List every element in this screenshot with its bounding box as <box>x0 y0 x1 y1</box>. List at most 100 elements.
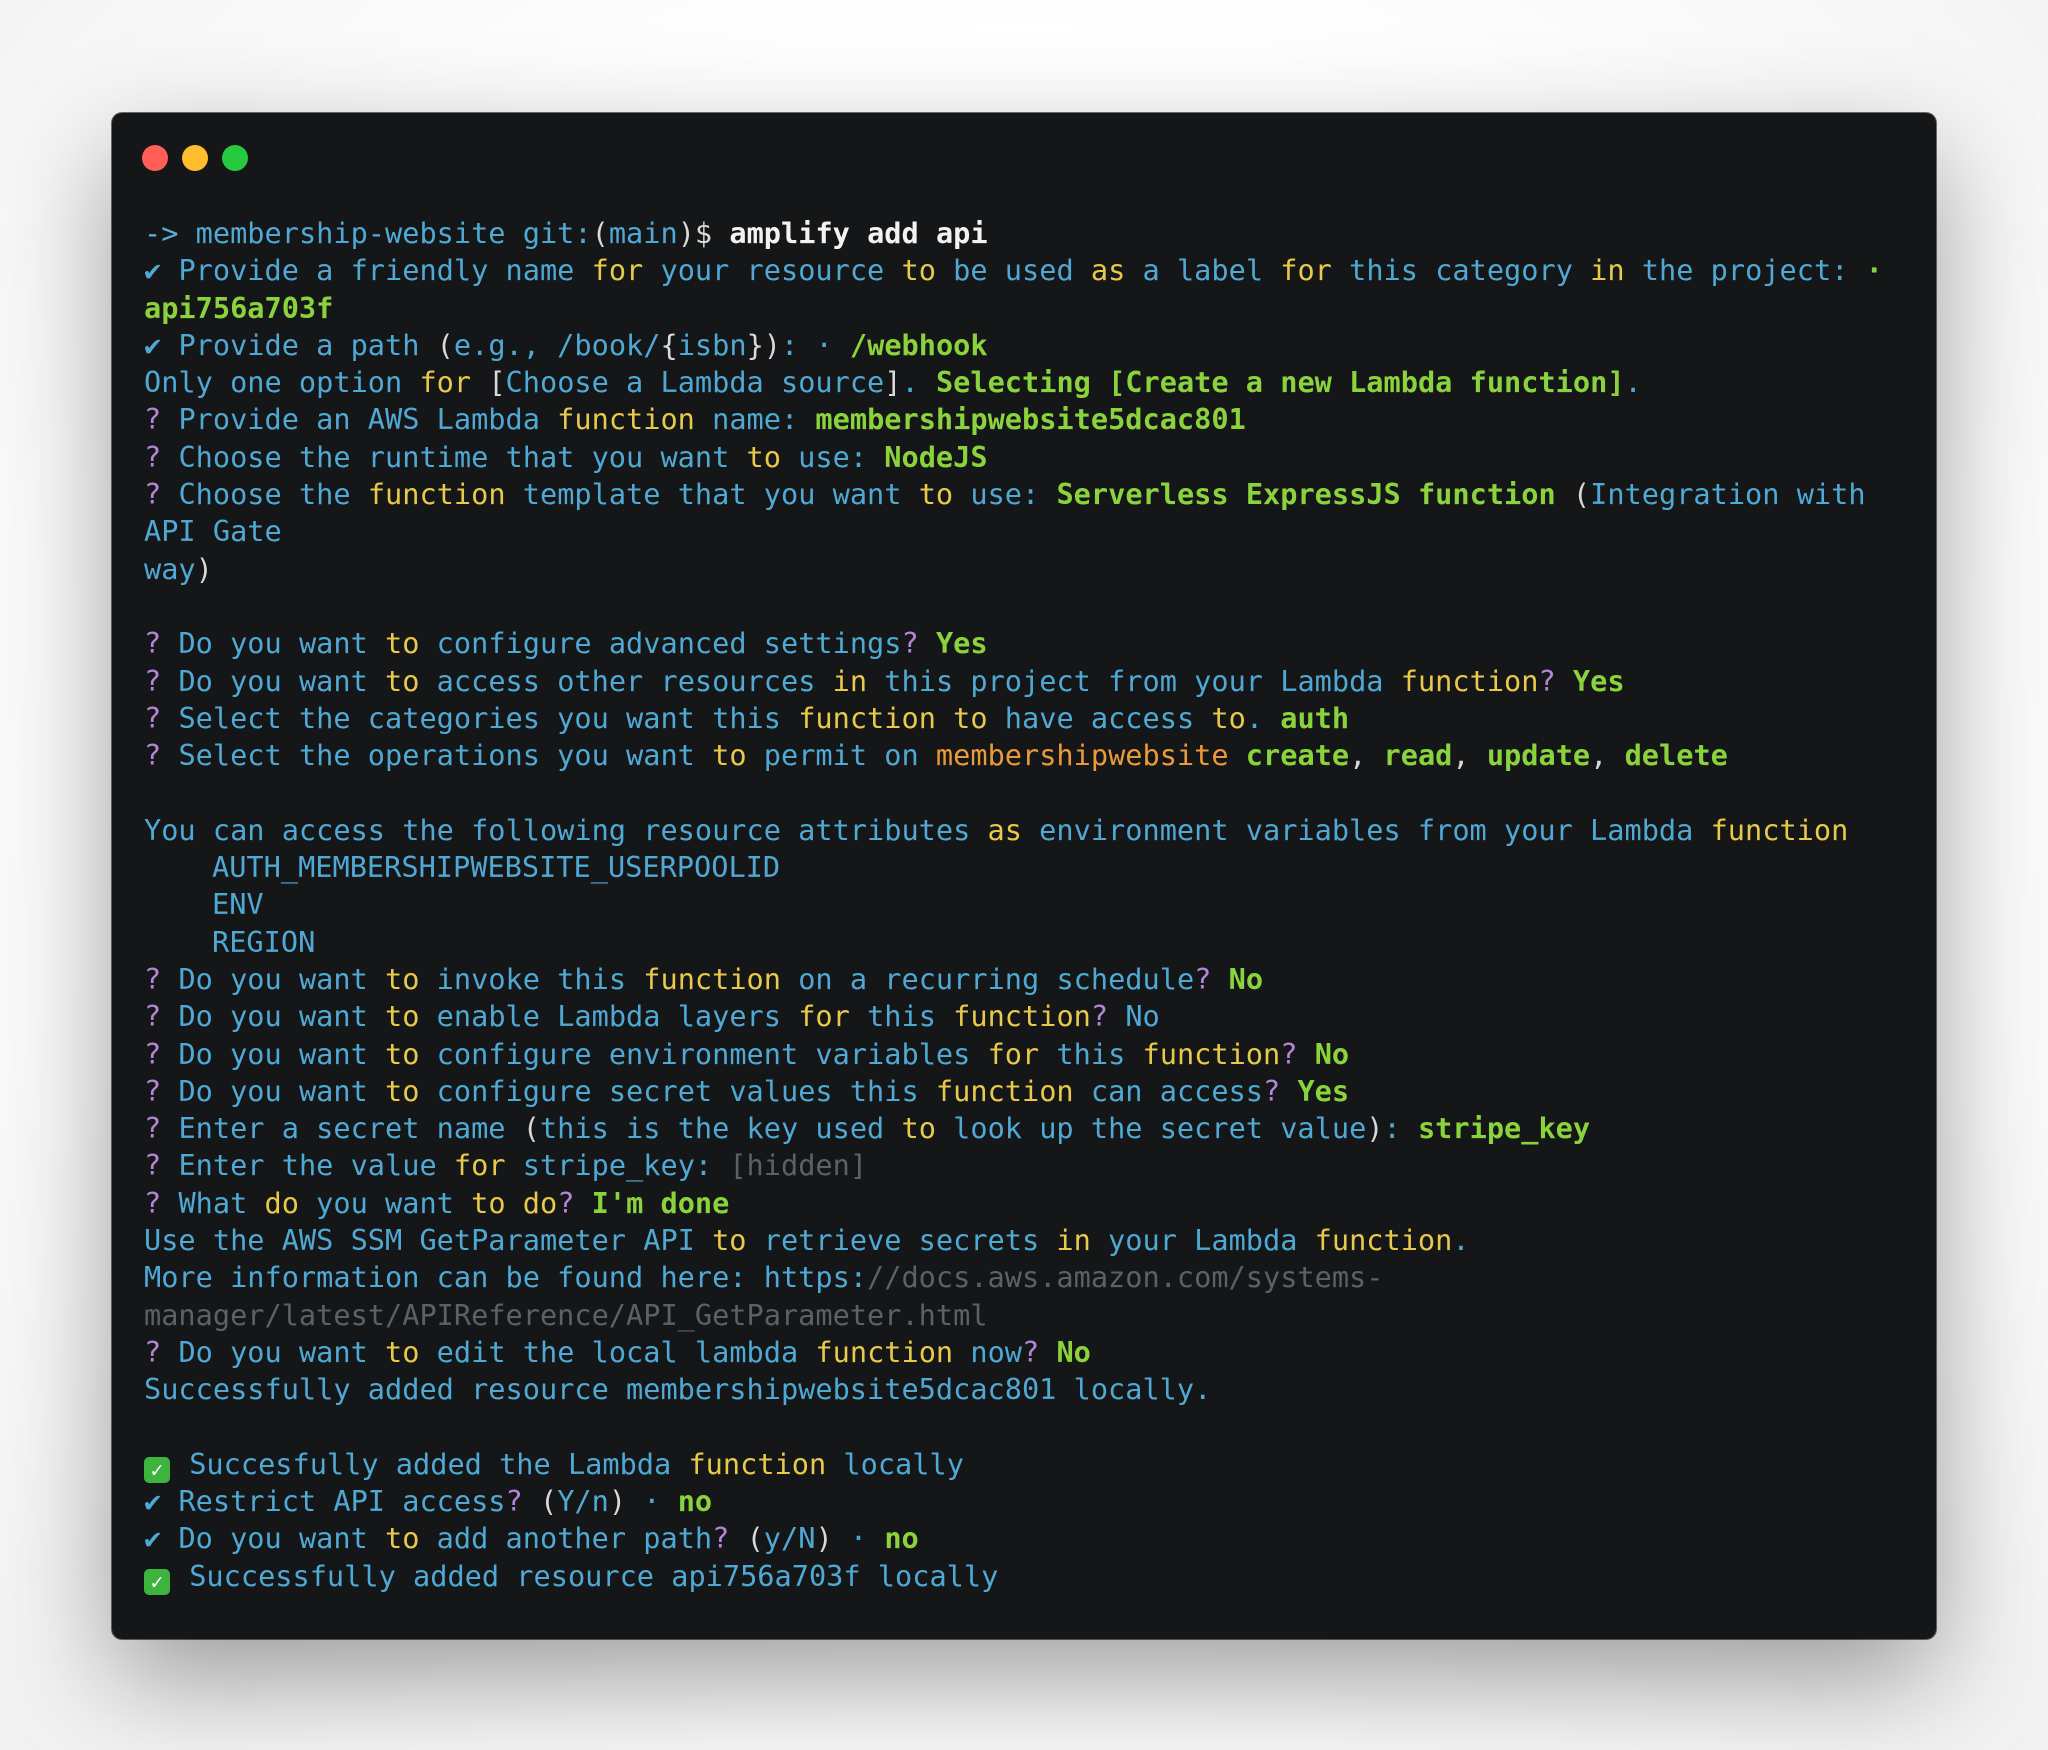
terminal-text: now <box>953 1334 1023 1369</box>
terminal-text: Choose the runtime that you want <box>178 439 747 474</box>
terminal-line: ✔ Restrict API access? (Y/n) · no <box>144 1483 1896 1520</box>
terminal-text: ? <box>144 663 179 698</box>
terminal-text: your Lambda <box>1090 1223 1315 1258</box>
terminal-text: in <box>832 663 868 698</box>
terminal-text: , <box>1590 738 1625 773</box>
minimize-window-dot[interactable] <box>182 145 208 171</box>
terminal-text: function <box>935 1073 1074 1108</box>
terminal-line: ✓ Succesfully added the Lambda function … <box>144 1446 1896 1483</box>
terminal-line: ? Do you want to configure advanced sett… <box>144 625 1896 662</box>
terminal-text: have access <box>987 700 1212 735</box>
maximize-window-dot[interactable] <box>222 145 248 171</box>
close-window-dot[interactable] <box>142 145 168 171</box>
terminal-text: to <box>385 961 420 996</box>
terminal-line: ✓ Successfully added resource api756a703… <box>144 1558 1896 1595</box>
terminal-line: ? Choose the runtime that you want to us… <box>144 439 1896 476</box>
terminal-text: to <box>385 626 420 661</box>
terminal-text: a label <box>1125 253 1281 288</box>
terminal-text: ) <box>195 551 213 586</box>
terminal-text: on a recurring schedule <box>781 961 1195 996</box>
terminal-text: use: <box>780 439 885 474</box>
terminal-text: Do you want <box>178 663 386 698</box>
terminal-text: y/N <box>763 1521 816 1556</box>
terminal-text: ( <box>746 1521 764 1556</box>
terminal-text: to <box>712 1223 747 1258</box>
terminal-line: ✔ Do you want to add another path? (y/N)… <box>144 1520 1896 1557</box>
terminal-text: enable Lambda layers <box>419 999 799 1034</box>
terminal-text: Restrict API access <box>178 1484 506 1519</box>
terminal-text: for <box>987 1036 1040 1071</box>
terminal-text: ) <box>815 1521 833 1556</box>
terminal-text: No <box>1056 1334 1091 1369</box>
terminal-text: membershipwebsite5dcac801 <box>815 402 1246 437</box>
terminal-text: create <box>1245 738 1350 773</box>
terminal-line: AUTH_MEMBERSHIPWEBSITE_USERPOOLID <box>144 849 1896 886</box>
terminal-line: ? Choose the function template that you … <box>144 476 1896 513</box>
terminal-text: membership-website <box>195 216 523 250</box>
terminal-text: to <box>746 439 781 474</box>
terminal-text: edit the local lambda <box>419 1334 816 1369</box>
terminal-text: { <box>660 327 678 362</box>
terminal-text: · <box>832 1521 885 1556</box>
terminal-text: stripe_key <box>1417 1111 1591 1146</box>
terminal-text: ? <box>1194 961 1229 996</box>
terminal-line: ✔ Provide a friendly name for your resou… <box>144 252 1896 289</box>
terminal-text: to <box>953 700 988 735</box>
terminal-text: name: <box>694 402 816 437</box>
terminal-text: Integration with <box>1590 477 1866 512</box>
terminal-text: function <box>1314 1223 1453 1258</box>
terminal-text: Do you want <box>178 999 386 1034</box>
terminal-text: ? <box>712 1521 747 1556</box>
terminal-text: to <box>385 1521 420 1556</box>
terminal-text: Only one option <box>144 365 420 400</box>
terminal-text: Choose a Lambda source <box>505 365 885 400</box>
terminal-text: to <box>385 1073 420 1108</box>
terminal-text: update <box>1486 738 1591 773</box>
terminal-text: //docs.aws.amazon.com/systems- <box>867 1260 1384 1295</box>
terminal-text: Succesfully added the Lambda <box>172 1446 689 1481</box>
terminal-text: isbn <box>677 327 747 362</box>
terminal-text: ENV <box>212 887 264 922</box>
terminal-text: Successfully added resource api756a703f … <box>172 1558 999 1593</box>
terminal-output[interactable]: -> membership-website git:(main)$ amplif… <box>144 215 1896 1595</box>
terminal-text: ) <box>1366 1111 1384 1146</box>
terminal-text: ( <box>436 327 454 362</box>
terminal-text: to <box>712 738 747 773</box>
terminal-text: this <box>1039 1036 1143 1071</box>
terminal-text: in <box>1056 1223 1091 1258</box>
terminal-text: [ <box>488 365 506 400</box>
terminal-text: AUTH_MEMBERSHIPWEBSITE_USERPOOLID <box>212 850 781 885</box>
terminal-text: e.g., /book/ <box>453 327 661 362</box>
terminal-line: ? Do you want to access other resources … <box>144 663 1896 700</box>
terminal-line: ? Enter a secret name (this is the key u… <box>144 1110 1896 1147</box>
terminal-text: function <box>1400 663 1539 698</box>
terminal-text: ? <box>557 1185 592 1220</box>
terminal-text: ? <box>144 1036 179 1071</box>
terminal-window[interactable]: -> membership-website git:(main)$ amplif… <box>112 113 1936 1639</box>
terminal-text: API Gate <box>144 514 282 549</box>
terminal-text: : <box>1383 1111 1418 1146</box>
terminal-text: ? <box>144 1073 179 1108</box>
terminal-text: )$ <box>677 216 730 250</box>
terminal-text: to <box>385 999 420 1034</box>
terminal-text: the project: <box>1624 253 1866 288</box>
terminal-text: for <box>1280 253 1332 288</box>
terminal-text: stripe_key: <box>505 1148 730 1183</box>
terminal-text: look up the secret value <box>935 1111 1367 1146</box>
terminal-line: ? Select the categories you want this fu… <box>144 700 1896 737</box>
terminal-text: } <box>746 327 764 362</box>
terminal-text: function <box>688 1446 827 1481</box>
terminal-text: ? <box>144 402 179 437</box>
terminal-line: ? Do you want to configure environment v… <box>144 1036 1896 1073</box>
terminal-text: ? <box>144 1185 179 1220</box>
terminal-line: ? Do you want to edit the local lambda f… <box>144 1334 1896 1371</box>
terminal-line: ? Do you want to enable Lambda layers fo… <box>144 998 1896 1035</box>
terminal-text: function <box>367 477 506 512</box>
green-checkbox-icon: ✓ <box>144 1568 170 1595</box>
terminal-text: this is the key used <box>539 1111 902 1146</box>
terminal-text: Provide a friendly name <box>178 253 592 288</box>
terminal-text: as <box>1090 253 1126 288</box>
terminal-text: locally <box>826 1446 964 1481</box>
terminal-text: Y/n <box>557 1484 609 1519</box>
